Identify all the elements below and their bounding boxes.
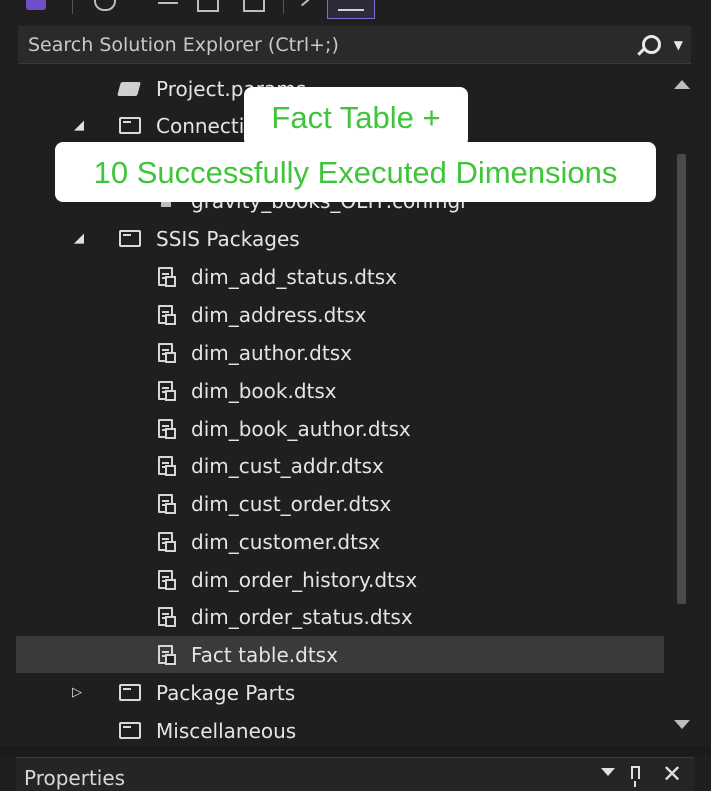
window-position-chevron-icon[interactable] [601, 768, 615, 776]
tree-item-label: dim_author.dtsx [191, 340, 352, 365]
ssis-package-icon [158, 381, 176, 401]
collapsed-arrow-icon[interactable]: ▷ [72, 685, 82, 700]
search-box: ▼ [18, 26, 691, 64]
ssis-package-icon [158, 267, 176, 287]
ssis-package-icon [158, 456, 176, 476]
ssis-package-icon [158, 305, 176, 325]
preview-toggle-button[interactable] [327, 0, 375, 19]
tree-item-label: dim_order_status.dtsx [191, 604, 413, 629]
toolbar-separator [72, 0, 73, 14]
ssis-package-icon [158, 343, 176, 363]
annotation-caption-line1: Fact Table + [244, 87, 468, 147]
vertical-scrollbar[interactable] [672, 70, 691, 742]
tree-item-package-parts[interactable]: ▷ Package Parts [16, 674, 664, 711]
pin-icon[interactable] [631, 766, 640, 787]
ssis-package-icon [158, 532, 176, 552]
tree-item-package[interactable]: dim_add_status.dtsx [16, 258, 664, 295]
ssis-package-icon [158, 570, 176, 590]
properties-panel-header: Properties ✕ [16, 757, 694, 791]
visual-studio-icon[interactable] [26, 0, 46, 10]
collapse-all-icon[interactable] [197, 0, 219, 12]
tree-item-label: Fact table.dtsx [191, 642, 338, 667]
scroll-up-arrow-icon[interactable] [674, 80, 690, 89]
tree-item-label: dim_book.dtsx [191, 378, 337, 403]
tree-item-package[interactable]: dim_cust_addr.dtsx [16, 447, 664, 484]
tree-item-miscellaneous[interactable]: Miscellaneous [16, 712, 664, 742]
tree-item-package[interactable]: dim_book_author.dtsx [16, 410, 664, 447]
tree-item-package[interactable]: dim_cust_order.dtsx [16, 485, 664, 522]
search-options-chevron-icon[interactable]: ▼ [674, 38, 683, 52]
tree-item-label: dim_cust_addr.dtsx [191, 453, 384, 478]
tree-item-label: dim_order_history.dtsx [191, 567, 418, 592]
refresh-icon[interactable] [94, 0, 116, 11]
panel-splitter[interactable] [0, 746, 711, 756]
copy-icon[interactable] [243, 0, 265, 12]
expanded-arrow-icon[interactable]: ◢ [74, 118, 84, 133]
tree-item-package[interactable]: dim_author.dtsx [16, 334, 664, 371]
folder-icon [119, 117, 141, 134]
tree-item-label: dim_cust_order.dtsx [191, 491, 392, 516]
tree-item-fact-table-selected[interactable]: Fact table.dtsx [16, 636, 664, 673]
ssis-package-icon [158, 607, 176, 627]
edit-icon[interactable] [300, 0, 314, 7]
tree-item-package[interactable]: dim_customer.dtsx [16, 523, 664, 560]
tree-item-label: dim_customer.dtsx [191, 529, 381, 554]
folder-icon [119, 684, 141, 701]
folder-icon [119, 722, 141, 739]
ssis-package-icon [158, 645, 176, 665]
tree-item-label: dim_add_status.dtsx [191, 264, 397, 289]
scroll-thumb[interactable] [677, 154, 686, 604]
annotation-caption-line2: 10 Successfully Executed Dimensions [55, 142, 656, 202]
scroll-down-arrow-icon[interactable] [674, 720, 690, 729]
close-icon[interactable]: ✕ [662, 760, 682, 788]
tree-item-package[interactable]: dim_order_history.dtsx [16, 561, 664, 598]
tree-item-ssis-packages[interactable]: ◢ SSIS Packages [16, 220, 664, 257]
expanded-arrow-icon[interactable]: ◢ [74, 231, 84, 246]
tree-item-package[interactable]: dim_order_status.dtsx [16, 598, 664, 635]
tree-item-label: SSIS Packages [156, 226, 300, 251]
properties-title: Properties [24, 766, 126, 790]
tree-item-label: dim_book_author.dtsx [191, 416, 411, 441]
ssis-package-icon [158, 419, 176, 439]
tree-item-label: dim_address.dtsx [191, 302, 367, 327]
params-icon [117, 81, 141, 96]
folder-icon [119, 230, 141, 247]
tree-item-package[interactable]: dim_book.dtsx [16, 372, 664, 409]
search-icon[interactable] [642, 35, 661, 54]
tree-item-package[interactable]: dim_address.dtsx [16, 296, 664, 333]
ssis-package-icon [158, 494, 176, 514]
search-input[interactable] [18, 26, 618, 64]
solution-explorer-toolbar [0, 0, 711, 22]
tree-item-label: Miscellaneous [156, 718, 297, 743]
toolbar-separator [283, 0, 284, 14]
back-icon[interactable] [158, 2, 178, 4]
tree-item-label: Package Parts [156, 680, 296, 705]
